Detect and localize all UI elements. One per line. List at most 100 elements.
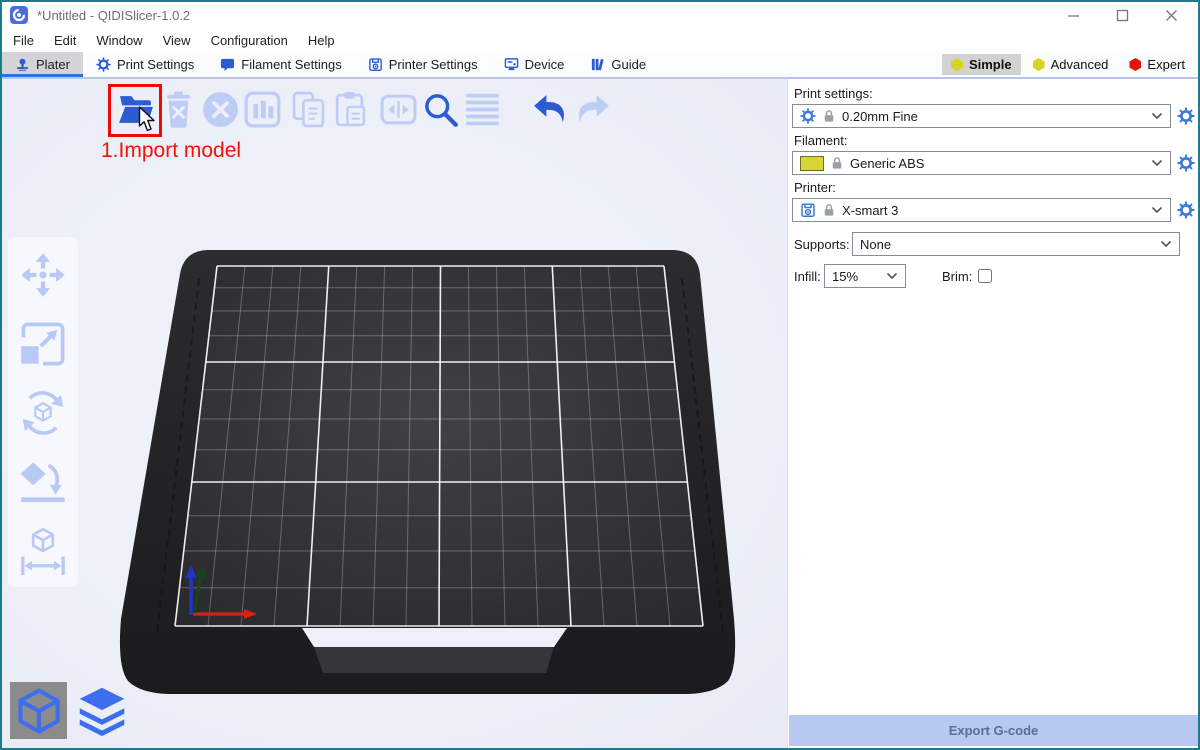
paste-icon — [332, 91, 369, 128]
rotate-button[interactable] — [17, 387, 69, 439]
lock-icon — [823, 203, 835, 217]
export-gcode-button[interactable]: Export G-code — [789, 715, 1198, 746]
move-button[interactable] — [17, 249, 69, 301]
mode-simple[interactable]: Simple — [942, 54, 1021, 75]
filament-label: Filament: — [794, 133, 1200, 148]
print-settings-select[interactable]: 0.20mm Fine — [792, 104, 1171, 128]
scale-button[interactable] — [17, 318, 69, 370]
arrange-icon — [244, 91, 281, 128]
menu-edit[interactable]: Edit — [44, 31, 86, 50]
chevron-down-icon — [1151, 112, 1163, 120]
printer-gear-button[interactable] — [1174, 201, 1198, 219]
tab-label: Printer Settings — [389, 57, 478, 72]
device-icon — [504, 57, 519, 72]
settings-panel: Print settings: 0.20mm Fine Filament: Ge… — [787, 79, 1200, 748]
build-plate — [2, 79, 787, 748]
minimize-button[interactable] — [1067, 9, 1080, 22]
print-settings-gear-button[interactable] — [1174, 107, 1198, 125]
printer-select[interactable]: X-smart 3 — [792, 198, 1171, 222]
tab-bar: Plater Print Settings Filament Settings … — [2, 52, 1198, 79]
plate-handle-slit — [302, 628, 567, 647]
delete-button[interactable] — [157, 86, 199, 132]
tab-filament-settings[interactable]: Filament Settings — [207, 52, 354, 77]
mode-switcher: Simple Advanced Expert — [942, 52, 1198, 77]
undo-button[interactable] — [529, 86, 571, 132]
measure-icon — [19, 527, 67, 575]
circle-x-icon — [202, 91, 239, 128]
app-logo-icon — [10, 6, 28, 24]
layers-preview-button[interactable] — [73, 682, 130, 739]
printer-icon — [368, 57, 383, 72]
close-button[interactable] — [1165, 9, 1178, 22]
tab-print-settings[interactable]: Print Settings — [83, 52, 207, 77]
move-icon — [19, 251, 67, 299]
viewport-3d[interactable]: 1.Import model — [2, 79, 787, 748]
menu-bar: File Edit Window View Configuration Help — [2, 28, 1198, 52]
gear-icon — [96, 57, 111, 72]
plater-icon — [15, 57, 30, 72]
menu-help[interactable]: Help — [298, 31, 345, 50]
gear-icon — [1177, 107, 1195, 125]
editor-3d-view-button[interactable] — [10, 682, 67, 739]
measure-button[interactable] — [17, 525, 69, 577]
view-switcher — [10, 682, 130, 739]
variable-layer-height-button[interactable] — [461, 86, 503, 132]
tab-printer-settings[interactable]: Printer Settings — [355, 52, 491, 77]
tab-label: Plater — [36, 57, 70, 72]
window-title: *Untitled - QIDISlicer-1.0.2 — [37, 8, 190, 23]
menu-view[interactable]: View — [153, 31, 201, 50]
menu-file[interactable]: File — [3, 31, 44, 50]
tab-label: Print Settings — [117, 57, 194, 72]
trash-icon — [160, 91, 197, 128]
plate-handle-lip — [314, 647, 554, 673]
infill-value: 15% — [832, 269, 858, 284]
copy-button[interactable] — [287, 86, 329, 132]
gear-icon — [800, 108, 816, 124]
chevron-down-icon — [1160, 240, 1172, 248]
layers-lines-icon — [464, 91, 501, 128]
title-bar: *Untitled - QIDISlicer-1.0.2 — [2, 2, 1198, 28]
chevron-down-icon — [1151, 159, 1163, 167]
brim-label: Brim: — [942, 269, 972, 284]
place-on-face-icon — [19, 458, 67, 506]
menu-configuration[interactable]: Configuration — [201, 31, 298, 50]
infill-select[interactable]: 15% — [824, 264, 906, 288]
paste-button[interactable] — [329, 86, 371, 132]
app-window: *Untitled - QIDISlicer-1.0.2 File Edit W… — [0, 0, 1200, 750]
supports-label: Supports: — [794, 237, 852, 252]
printer-value: X-smart 3 — [842, 203, 898, 218]
tab-guide[interactable]: Guide — [577, 52, 659, 77]
tab-plater[interactable]: Plater — [2, 52, 83, 77]
filament-select[interactable]: Generic ABS — [792, 151, 1171, 175]
redo-button[interactable] — [571, 86, 613, 132]
printer-icon — [800, 202, 816, 218]
annotation-label: 1.Import model — [101, 139, 241, 163]
supports-select[interactable]: None — [852, 232, 1180, 256]
search-button[interactable] — [419, 86, 461, 132]
mode-label: Simple — [969, 57, 1012, 72]
infill-label: Infill: — [794, 269, 822, 284]
split-button[interactable] — [377, 86, 419, 132]
search-icon — [422, 91, 459, 128]
tab-label: Device — [525, 57, 565, 72]
advanced-mode-icon — [1033, 58, 1045, 71]
object-manipulation-toolbar — [8, 237, 78, 587]
menu-window[interactable]: Window — [86, 31, 152, 50]
gear-icon — [1177, 201, 1195, 219]
brim-checkbox[interactable] — [978, 269, 992, 283]
layers-stack-icon — [76, 685, 128, 737]
place-on-face-button[interactable] — [17, 456, 69, 508]
filament-gear-button[interactable] — [1174, 154, 1198, 172]
delete-all-button[interactable] — [199, 86, 241, 132]
cube-icon — [13, 685, 65, 737]
tab-device[interactable]: Device — [491, 52, 578, 77]
lock-icon — [831, 156, 843, 170]
printer-label: Printer: — [794, 180, 1200, 195]
mode-label: Advanced — [1051, 57, 1109, 72]
maximize-button[interactable] — [1116, 9, 1129, 22]
mode-expert[interactable]: Expert — [1120, 54, 1194, 75]
viewport-toolbar — [115, 86, 613, 132]
supports-value: None — [860, 237, 891, 252]
arrange-button[interactable] — [241, 86, 283, 132]
mode-advanced[interactable]: Advanced — [1024, 54, 1118, 75]
